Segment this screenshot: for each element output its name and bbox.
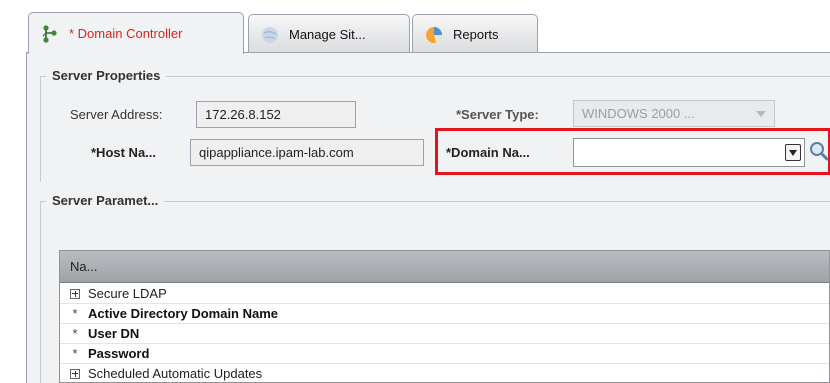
table-row[interactable]: * Active Directory Domain Name: [60, 304, 829, 324]
lookup-button[interactable]: [808, 140, 830, 162]
expand-icon[interactable]: [66, 288, 84, 299]
host-name-field[interactable]: qipappliance.ipam-lab.com: [190, 139, 424, 166]
required-marker: *: [72, 346, 78, 361]
tab-label: Manage Sit...: [289, 27, 366, 42]
table-row[interactable]: * User DN: [60, 324, 829, 344]
network-tree-icon: [39, 23, 61, 45]
chevron-down-icon: [789, 149, 797, 156]
server-address-label: Server Address:: [70, 107, 163, 122]
domain-name-label: *Domain Na...: [446, 145, 530, 160]
required-marker: *: [72, 306, 78, 321]
server-parameters-table: Na... Secure LDAP * Active Directory Dom…: [59, 250, 830, 383]
tab-manage-sites[interactable]: Manage Sit...: [248, 14, 410, 54]
expand-icon[interactable]: [66, 368, 84, 379]
tab-reports[interactable]: Reports: [412, 14, 538, 54]
server-properties-title: Server Properties: [46, 68, 167, 83]
server-address-field[interactable]: 172.26.8.152: [196, 101, 356, 128]
row-label: Active Directory Domain Name: [88, 306, 279, 321]
column-header-label: Na...: [70, 259, 98, 274]
column-header-name[interactable]: Na...: [60, 251, 829, 283]
server-type-select: WINDOWS 2000 ...: [573, 100, 775, 127]
server-type-label: *Server Type:: [456, 107, 539, 122]
server-parameters-title: Server Paramet...: [46, 193, 165, 208]
chevron-down-icon: [756, 111, 766, 117]
required-marker: *: [72, 326, 78, 341]
server-type-value: WINDOWS 2000 ...: [582, 106, 695, 121]
row-label: User DN: [88, 326, 140, 341]
row-label: Secure LDAP: [88, 286, 167, 301]
domain-name-select[interactable]: [573, 138, 805, 167]
tab-domain-controller[interactable]: * Domain Controller: [28, 12, 244, 54]
row-label: Password: [88, 346, 150, 361]
group-border: [40, 201, 41, 383]
dropdown-button[interactable]: [785, 144, 801, 161]
table-row[interactable]: Secure LDAP: [60, 284, 829, 304]
table-row[interactable]: * Password: [60, 344, 829, 364]
tab-strip: * Domain Controller Manage Sit... Report…: [0, 0, 830, 54]
group-border: [40, 76, 41, 182]
tab-label: Reports: [453, 27, 499, 42]
globe-icon: [259, 24, 281, 46]
magnifier-icon: [810, 142, 829, 161]
row-label: Scheduled Automatic Updates: [88, 366, 263, 381]
pie-chart-icon: [423, 24, 445, 46]
left-margin: [0, 52, 26, 383]
table-row[interactable]: Scheduled Automatic Updates: [60, 364, 829, 383]
host-name-label: *Host Na...: [91, 145, 157, 160]
tab-label: * Domain Controller: [69, 26, 183, 41]
